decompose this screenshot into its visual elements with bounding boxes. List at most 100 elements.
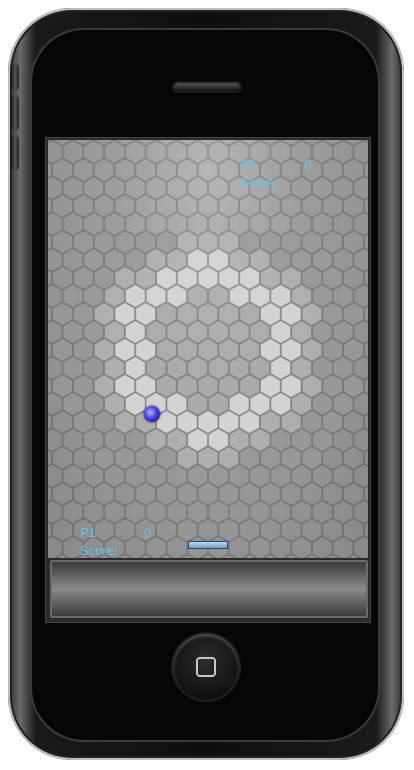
hex-tile	[260, 302, 281, 326]
hex-tile	[239, 338, 260, 362]
hex-tile	[249, 356, 271, 380]
hex-tile	[332, 248, 354, 272]
home-button[interactable]	[173, 634, 239, 700]
p2-score-label: Score:	[240, 175, 278, 190]
hex-tile	[291, 320, 312, 344]
hex-tile	[145, 356, 167, 380]
hex-tile	[176, 158, 198, 182]
hex-tile	[145, 140, 167, 164]
hex-tile	[114, 446, 136, 470]
ball	[144, 406, 160, 422]
volume-down-button	[11, 136, 19, 170]
hex-tile	[301, 338, 323, 362]
hex-tile	[52, 446, 73, 470]
hex-tile	[228, 464, 250, 488]
control-bar[interactable]	[50, 560, 368, 618]
hex-tile	[62, 212, 84, 236]
hex-tile	[311, 320, 333, 344]
hex-tile	[187, 140, 208, 164]
hex-tile	[311, 464, 333, 488]
hex-tile	[166, 356, 188, 380]
hex-tile	[280, 518, 302, 542]
hex-tile	[187, 284, 208, 308]
hex-tile	[93, 302, 115, 326]
hex-tile	[343, 374, 364, 398]
hex-tile	[125, 320, 146, 344]
hex-tile	[332, 212, 354, 236]
hex-tile	[228, 320, 250, 344]
hex-tile	[114, 374, 136, 398]
hex-tile	[125, 140, 146, 164]
hex-tile	[291, 464, 312, 488]
hex-tile	[311, 500, 333, 524]
hex-tile	[197, 230, 219, 254]
hex-tile	[93, 338, 115, 362]
hex-tile	[301, 266, 323, 290]
hex-tile	[62, 248, 84, 272]
hex-tile	[176, 338, 198, 362]
hex-tile	[176, 518, 198, 542]
hex-tile	[260, 230, 281, 254]
hex-tile	[249, 428, 271, 452]
hex-tile	[322, 518, 344, 542]
hex-tile	[145, 464, 167, 488]
hex-tile	[176, 374, 198, 398]
speaker-icon	[174, 83, 240, 91]
hex-tile	[104, 356, 125, 380]
hex-tile	[52, 482, 73, 506]
hex-tile	[104, 320, 125, 344]
hex-tile	[291, 428, 312, 452]
hex-tile	[104, 248, 125, 272]
player-paddle[interactable]	[188, 541, 228, 549]
hex-tile	[187, 464, 208, 488]
hex-tile	[208, 284, 229, 308]
hex-tile	[166, 212, 188, 236]
hex-tile	[125, 428, 146, 452]
p1-score-value: 0	[144, 525, 152, 540]
hex-tile	[125, 464, 146, 488]
hex-tile	[343, 230, 364, 254]
hex-tile	[52, 266, 73, 290]
hex-tile	[249, 320, 271, 344]
hex-tile	[322, 482, 344, 506]
hex-tile	[239, 410, 260, 434]
hex-tile	[228, 500, 250, 524]
hex-tile	[270, 464, 292, 488]
hex-tile	[270, 248, 292, 272]
hex-tile	[72, 194, 94, 218]
hex-tile	[72, 230, 94, 254]
hex-tile	[104, 176, 125, 200]
hex-tile	[104, 284, 125, 308]
hex-tile	[72, 302, 94, 326]
hex-tile	[270, 140, 292, 164]
hex-tile	[343, 158, 364, 182]
hex-tile	[187, 428, 208, 452]
hex-tile	[104, 500, 125, 524]
hex-tile	[249, 284, 271, 308]
hex-tile	[62, 284, 84, 308]
hex-tile	[145, 500, 167, 524]
hex-tile	[166, 428, 188, 452]
hex-tile	[343, 302, 364, 326]
hex-tile	[343, 194, 364, 218]
hex-tile	[270, 500, 292, 524]
hex-tile	[343, 446, 364, 470]
hex-tile	[343, 482, 364, 506]
hex-tile	[270, 212, 292, 236]
hex-tile	[332, 176, 354, 200]
hex-tile	[62, 356, 84, 380]
hex-tile	[93, 194, 115, 218]
hex-tile	[311, 428, 333, 452]
hex-tile	[176, 410, 198, 434]
hex-tile	[52, 518, 73, 542]
hex-tile	[176, 194, 198, 218]
hex-tile	[280, 230, 302, 254]
hex-tile	[156, 518, 177, 542]
hex-tile	[135, 482, 156, 506]
game-board[interactable]: P2 0 Score: P1 0 Score:	[48, 140, 368, 558]
hex-tile	[145, 176, 167, 200]
hex-tile	[343, 410, 364, 434]
hex-grid	[48, 140, 368, 558]
hex-tile	[72, 158, 94, 182]
hex-tile	[208, 248, 229, 272]
